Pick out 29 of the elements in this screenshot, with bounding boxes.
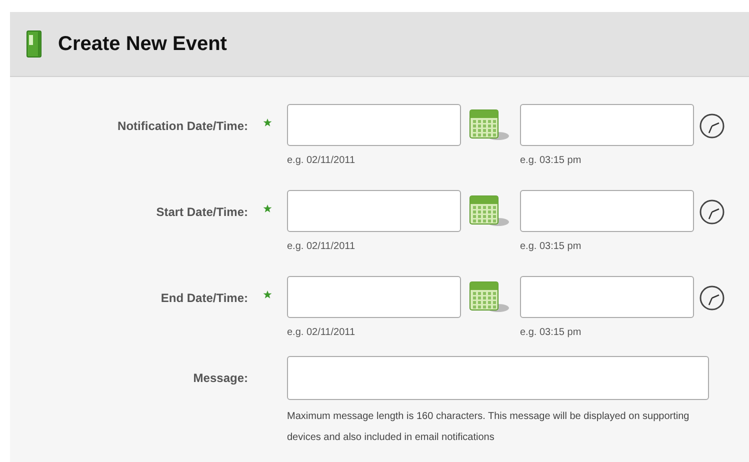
field-label: Message: bbox=[192, 370, 248, 387]
page-title: Create New Event bbox=[58, 32, 227, 56]
help-text: Maximum message length is 160 characters. This message will be displayed on supporting devices and also included in email notifications bbox=[287, 410, 690, 445]
time-field[interactable] bbox=[520, 190, 694, 232]
clock-icon[interactable] bbox=[699, 113, 725, 139]
date-hint: e.g. 02/11/2011 bbox=[287, 155, 356, 166]
time-hint: e.g. 03:15 pm bbox=[520, 327, 582, 338]
date-field[interactable] bbox=[287, 190, 461, 232]
calendar-icon[interactable] bbox=[468, 194, 510, 228]
clock-icon[interactable] bbox=[699, 199, 725, 225]
required-star-icon bbox=[263, 290, 272, 299]
date-field[interactable] bbox=[287, 276, 461, 318]
clock-icon[interactable] bbox=[699, 285, 725, 311]
field-label: Notification Date/Time: bbox=[116, 118, 248, 135]
binder-icon bbox=[24, 29, 44, 59]
time-field[interactable] bbox=[520, 104, 694, 146]
calendar-icon[interactable] bbox=[468, 108, 510, 142]
message-field[interactable] bbox=[287, 356, 709, 400]
date-hint: e.g. 02/11/2011 bbox=[287, 241, 356, 252]
time-field[interactable] bbox=[520, 276, 694, 318]
field-label: Start Date/Time: bbox=[155, 204, 248, 221]
field-label: End Date/Time: bbox=[160, 290, 248, 307]
time-hint: e.g. 03:15 pm bbox=[520, 241, 582, 252]
time-hint: e.g. 03:15 pm bbox=[520, 155, 582, 166]
required-star-icon bbox=[263, 118, 272, 127]
calendar-icon[interactable] bbox=[468, 280, 510, 314]
date-field[interactable] bbox=[287, 104, 461, 146]
date-hint: e.g. 02/11/2011 bbox=[287, 327, 356, 338]
required-star-icon bbox=[263, 204, 272, 213]
